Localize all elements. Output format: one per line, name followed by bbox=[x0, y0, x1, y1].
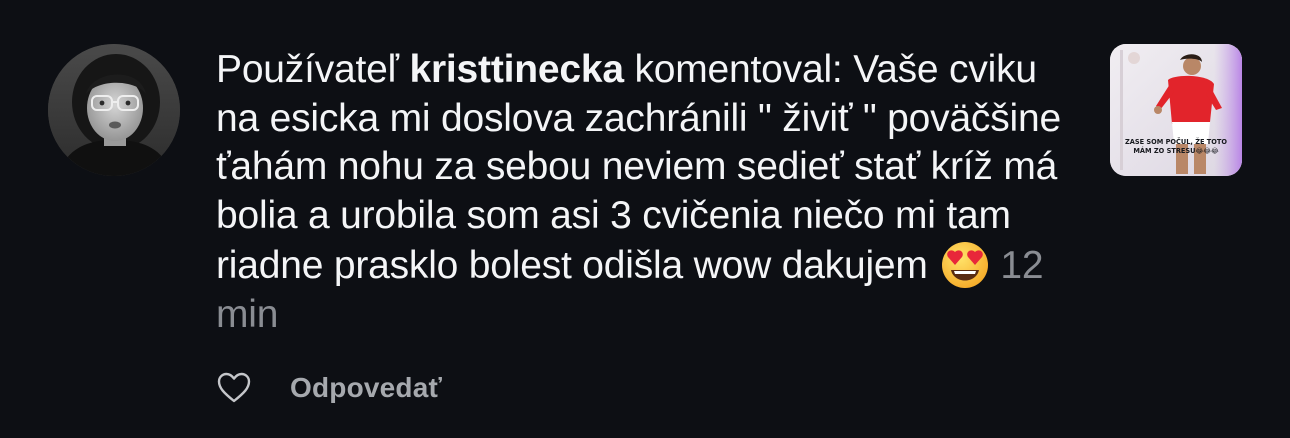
reply-button[interactable]: Odpovedať bbox=[290, 372, 442, 404]
heart-eyes-emoji-icon bbox=[940, 240, 990, 290]
thumbnail-caption: ZASE SOM POČUL, ŽE TOTO MÁM ZO STRESU😂😂😂 bbox=[1114, 138, 1238, 156]
username-link[interactable]: kristtinecka bbox=[409, 48, 624, 91]
comment-actions: Odpovedať bbox=[216, 366, 442, 410]
thumbnail-caption-line1: ZASE SOM POČUL, ŽE TOTO bbox=[1124, 138, 1228, 146]
thumbnail-caption-line2: MÁM ZO STRESU😂😂😂 bbox=[1133, 147, 1219, 155]
avatar[interactable] bbox=[48, 44, 180, 176]
notification-text[interactable]: Používateľ kristtinecka komentoval: Vaše… bbox=[216, 46, 1076, 339]
heart-outline-icon[interactable] bbox=[216, 370, 252, 406]
notification-verb: komentoval: bbox=[623, 48, 854, 91]
post-image bbox=[1110, 44, 1242, 176]
notification-prefix: Používateľ bbox=[216, 48, 410, 91]
user-profile-photo bbox=[48, 44, 180, 176]
post-thumbnail[interactable]: ZASE SOM POČUL, ŽE TOTO MÁM ZO STRESU😂😂😂 bbox=[1110, 44, 1242, 176]
